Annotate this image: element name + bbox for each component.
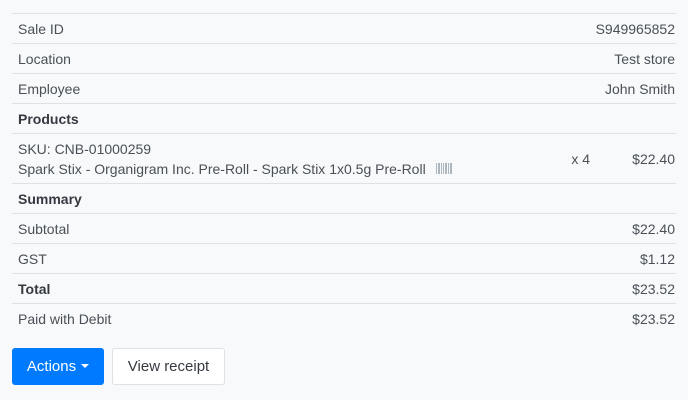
payment-row: Paid with Debit $23.52 — [12, 303, 676, 333]
view-receipt-button[interactable]: View receipt — [112, 348, 225, 385]
product-row: SKU: CNB-01000259 Spark Stix - Organigra… — [12, 133, 676, 183]
product-price: $22.40 — [632, 151, 675, 167]
location-value: Test store — [614, 51, 675, 67]
sale-details-panel: Sale ID S949965852 Location Test store E… — [0, 0, 688, 400]
total-row: Total $23.52 — [12, 273, 676, 303]
actions-button-label: Actions — [26, 358, 77, 375]
caret-down-icon — [81, 364, 90, 369]
location-row: Location Test store — [12, 43, 676, 73]
payment-value: $23.52 — [632, 311, 675, 327]
product-quantity: x 4 — [571, 151, 590, 167]
payment-label: Paid with Debit — [18, 311, 112, 327]
employee-label: Employee — [18, 81, 81, 97]
product-name: Spark Stix - Organigram Inc. Pre-Roll - … — [18, 161, 426, 177]
summary-heading: Summary — [18, 191, 82, 207]
products-heading: Products — [18, 111, 79, 127]
sale-id-row: Sale ID S949965852 — [12, 13, 676, 43]
subtotal-label: Subtotal — [18, 221, 70, 237]
actions-dropdown-button[interactable]: Actions — [12, 348, 104, 385]
total-label: Total — [18, 281, 51, 297]
subtotal-row: Subtotal $22.40 — [12, 213, 676, 243]
tax-label: GST — [18, 251, 47, 267]
tax-value: $1.12 — [639, 251, 675, 267]
product-name-line: Spark Stix - Organigram Inc. Pre-Roll - … — [18, 160, 452, 179]
total-value: $23.52 — [632, 281, 675, 297]
product-sku: SKU: CNB-01000259 — [18, 141, 152, 157]
sale-id-label: Sale ID — [18, 21, 64, 37]
products-heading-row: Products — [12, 103, 676, 133]
employee-value: John Smith — [604, 81, 675, 97]
summary-heading-row: Summary — [12, 183, 676, 213]
employee-row: Employee John Smith — [12, 73, 676, 103]
sale-id-value: S949965852 — [595, 21, 675, 37]
location-label: Location — [18, 51, 71, 67]
tax-row: GST $1.12 — [12, 243, 676, 273]
barcode-icon[interactable] — [435, 160, 452, 178]
subtotal-value: $22.40 — [632, 221, 675, 237]
